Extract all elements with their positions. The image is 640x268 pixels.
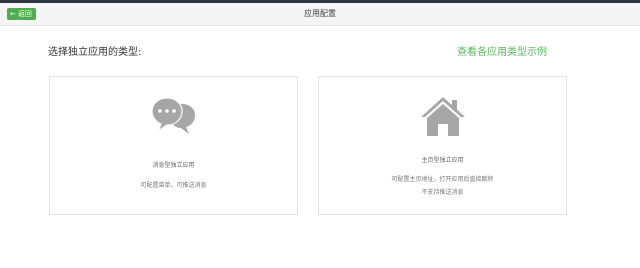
message-app-card[interactable]: 消息型独立应用 可配置菜单，可推送消息 bbox=[49, 76, 298, 215]
view-examples-link[interactable]: 查看各应用类型示例 bbox=[457, 43, 547, 58]
back-button[interactable]: ← 返回 bbox=[7, 8, 36, 20]
page-title: 应用配置 bbox=[304, 9, 336, 18]
homepage-app-name: 主页型独立应用 bbox=[421, 157, 464, 164]
homepage-app-card[interactable]: 主页型独立应用 可配置主页地址，打开应用后直接跳转 不支持推送消息 bbox=[318, 76, 567, 215]
homepage-app-note: 不支持推送消息 bbox=[421, 189, 464, 196]
arrow-left-icon: ← bbox=[10, 10, 16, 18]
homepage-app-description: 可配置主页地址，打开应用后直接跳转 bbox=[391, 176, 494, 183]
back-button-label: 返回 bbox=[17, 10, 32, 18]
chat-bubbles-icon bbox=[151, 97, 195, 134]
message-app-name: 消息型独立应用 bbox=[152, 162, 195, 169]
header-bar: 应用配置 ← 返回 bbox=[0, 3, 640, 26]
home-icon bbox=[420, 97, 465, 136]
message-app-description: 可配置菜单，可推送消息 bbox=[140, 182, 207, 189]
select-type-prompt: 选择独立应用的类型: bbox=[48, 47, 142, 58]
